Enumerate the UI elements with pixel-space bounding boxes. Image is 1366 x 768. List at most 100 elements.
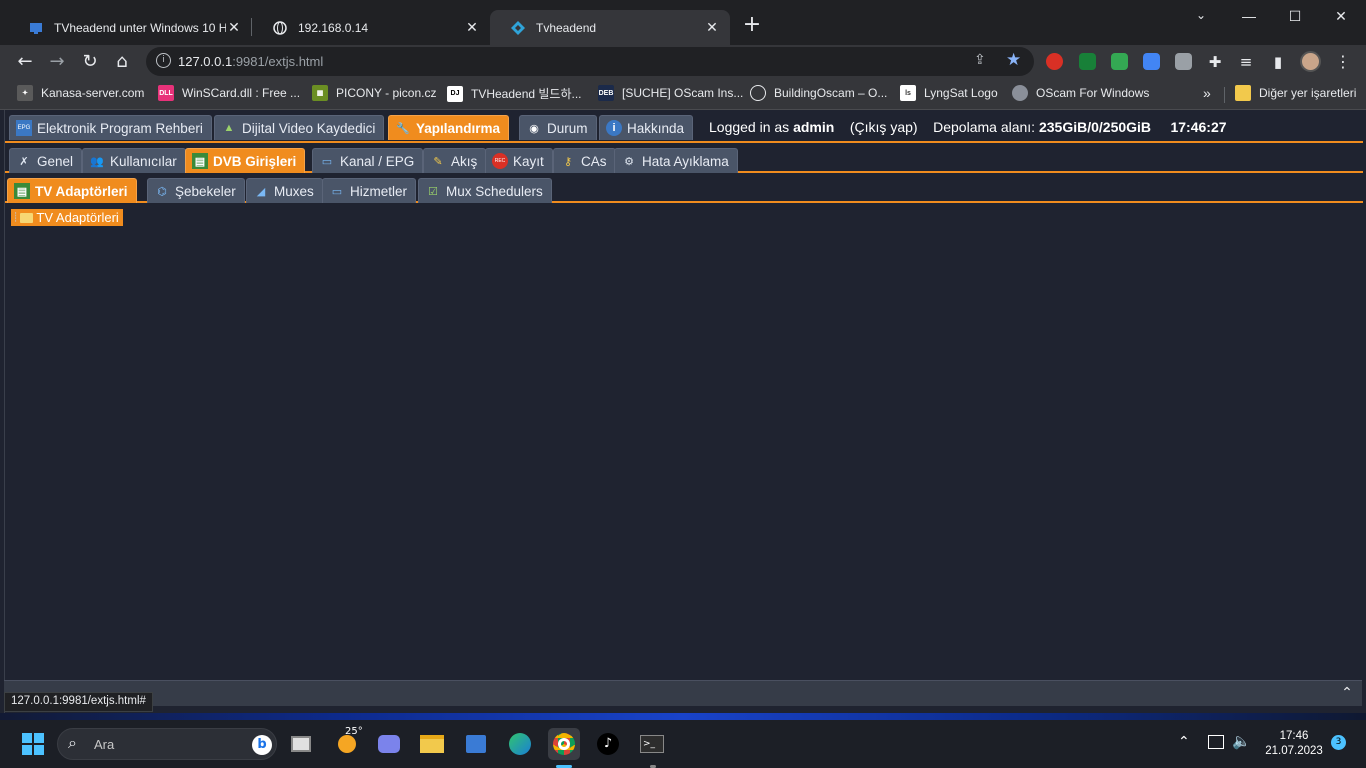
tab-channel-epg[interactable]: ▭ Kanal / EPG (312, 148, 424, 173)
terminal-button[interactable]: >_ (636, 728, 668, 760)
share-icon[interactable]: ⇪ (974, 52, 986, 68)
tab-label: Durum (547, 120, 588, 136)
close-tab-icon[interactable]: ✕ (226, 19, 242, 36)
tab-debugging[interactable]: ⚙ Hata Ayıklama (614, 148, 738, 173)
tab-search-chevron-icon[interactable]: ⌄ (1196, 8, 1206, 22)
bookmark-item[interactable]: ✦ Kanasa-server.com (17, 85, 144, 101)
side-panel-icon[interactable]: ▮ (1265, 49, 1291, 75)
bottom-log-panel (4, 680, 1362, 706)
bookmark-item[interactable]: OScam For Windows (1012, 85, 1149, 101)
calendar-check-icon: ☑ (428, 185, 438, 198)
bookmark-item[interactable]: ls LyngSat Logo (900, 85, 998, 101)
media-queue-icon[interactable]: ≡ (1233, 49, 1259, 75)
wrench-icon: 🔧 (396, 122, 410, 135)
browser-tab-ip[interactable]: 192.168.0.14 ✕ (252, 10, 490, 45)
browser-tab-tvheadend-windows[interactable]: TVheadend unter Windows 10 H ✕ (8, 10, 252, 45)
store-button[interactable] (460, 728, 492, 760)
close-tab-icon[interactable]: ✕ (704, 19, 720, 36)
info-icon[interactable]: i (156, 53, 171, 68)
weather-temp: 25° (345, 726, 363, 737)
tab-muxes[interactable]: ◢ Muxes (246, 178, 323, 203)
bookmark-item[interactable]: ▦ PICONY - picon.cz (312, 85, 436, 101)
tab-dvr[interactable]: ▲ Dijital Video Kaydedici (214, 115, 385, 140)
url-text: 127.0.0.1:9981/extjs.html (178, 54, 323, 69)
tab-label: Yapılandırma (416, 120, 501, 136)
dvr-icon: ▲ (223, 122, 235, 134)
forward-button[interactable]: → (44, 49, 70, 75)
task-view-button[interactable] (285, 728, 317, 760)
tab-mux-schedulers[interactable]: ☑ Mux Schedulers (418, 178, 552, 203)
teams-chat-button[interactable] (373, 728, 405, 760)
shield-green-extension-icon[interactable] (1111, 53, 1128, 70)
back-button[interactable]: ← (12, 49, 38, 75)
tvheadend-logo-icon (510, 20, 526, 36)
network-icon[interactable] (1208, 735, 1224, 749)
tab-status[interactable]: ◉ Durum (519, 115, 597, 140)
tab-configuration[interactable]: 🔧 Yapılandırma (388, 115, 510, 140)
bing-icon[interactable]: b (252, 735, 272, 755)
tab-services[interactable]: ▭ Hizmetler (322, 178, 417, 203)
adblock-extension-icon[interactable] (1046, 53, 1063, 70)
taskbar-clock[interactable]: 17:46 21.07.2023 (1262, 729, 1326, 759)
tab-label: Dijital Video Kaydedici (242, 120, 376, 136)
address-bar[interactable]: i 127.0.0.1:9981/extjs.html ⇪ ★ (146, 47, 1034, 76)
tab-dvb-inputs[interactable]: ▤ DVB Girişleri (185, 148, 306, 173)
tab-about[interactable]: i Hakkında (599, 115, 694, 140)
tab-users[interactable]: 👥 Kullanıcılar (82, 148, 186, 173)
puzzle-extensions-icon[interactable]: ✚ (1202, 49, 1228, 75)
status-bar: Logged in as admin (Çıkış yap) Depolama … (709, 119, 1227, 135)
terminal-icon: >_ (640, 735, 664, 753)
new-tab-button[interactable]: + (740, 14, 764, 38)
tab-epg[interactable]: EPG Elektronik Program Rehberi (9, 115, 212, 140)
tray-overflow-chevron-icon[interactable]: ⌃ (1178, 734, 1190, 750)
translate-extension-icon[interactable] (1143, 53, 1160, 70)
bookmark-item[interactable]: DJ TVHeadend 빌드하... (447, 85, 582, 102)
tiktok-button[interactable]: ♪ (592, 728, 624, 760)
browser-tab-tvheadend-active[interactable]: Tvheadend ✕ (490, 10, 730, 45)
weather-widget[interactable]: 25° (331, 726, 363, 760)
globe-icon (750, 85, 766, 101)
volume-icon[interactable]: 🔈 (1232, 732, 1251, 750)
notification-badge[interactable]: 3 (1331, 735, 1346, 750)
other-bookmarks-folder[interactable]: Diğer yer işaretleri (1235, 85, 1356, 101)
bookmark-label: WinSCard.dll : Free ... (182, 86, 301, 100)
expand-up-icon[interactable]: ⌃ (1338, 684, 1356, 702)
tree-node-tv-adapters[interactable]: ┊ TV Adaptörleri (11, 209, 123, 226)
bookmark-item[interactable]: BuildingOscam – O... (750, 85, 887, 101)
tab-tv-adapters[interactable]: ▤ TV Adaptörleri (7, 178, 137, 203)
reload-button[interactable]: ↻ (77, 49, 103, 75)
tab-stream[interactable]: ✎ Akış (423, 148, 487, 173)
tool-extension-icon[interactable] (1175, 53, 1192, 70)
minimize-button[interactable]: — (1226, 0, 1272, 32)
tab-general[interactable]: ✗ Genel (9, 148, 83, 173)
tab-recording[interactable]: REC Kayıt (485, 148, 553, 173)
bookmark-star-icon[interactable]: ★ (1006, 50, 1021, 70)
shield-extension-icon[interactable] (1079, 53, 1096, 70)
tab-label: Mux Schedulers (446, 183, 543, 199)
epg-icon: EPG (16, 120, 32, 136)
logout-link[interactable]: (Çıkış yap) (850, 119, 918, 135)
taskbar-search-box[interactable]: ⌕ Ara b (57, 728, 277, 760)
start-button[interactable] (17, 728, 49, 760)
close-window-button[interactable]: ✕ (1318, 0, 1364, 32)
bookmark-item[interactable]: DEB [SUCHE] OScam Ins... (598, 85, 743, 101)
chrome-button[interactable] (548, 728, 580, 760)
bookmark-label: OScam For Windows (1036, 86, 1150, 100)
tab-label: Hakkında (627, 120, 685, 136)
more-bookmarks-chevron[interactable]: » (1203, 85, 1211, 101)
bookmark-label: LyngSat Logo (924, 86, 998, 100)
dvb-tab-bar: ▤ TV Adaptörleri ⌬ Şebekeler ◢ Muxes ▭ Hizme… (5, 173, 1363, 203)
maximize-button[interactable]: ☐ (1272, 0, 1318, 32)
menu-kebab-icon[interactable]: ⋮ (1330, 49, 1356, 75)
close-tab-icon[interactable]: ✕ (464, 19, 480, 36)
edge-button[interactable] (504, 728, 536, 760)
server-time: 17:46:27 (1170, 119, 1227, 135)
bookmark-item[interactable]: DLL WinSCard.dll : Free ... (158, 85, 300, 101)
oscam-icon (1012, 85, 1028, 101)
profile-avatar[interactable] (1300, 51, 1321, 72)
file-explorer-button[interactable] (416, 728, 448, 760)
antenna-icon: ⌬ (157, 185, 167, 198)
home-button[interactable]: ⌂ (109, 49, 135, 75)
tab-networks[interactable]: ⌬ Şebekeler (147, 178, 245, 203)
tab-cas[interactable]: ⚷ CAs (553, 148, 616, 173)
